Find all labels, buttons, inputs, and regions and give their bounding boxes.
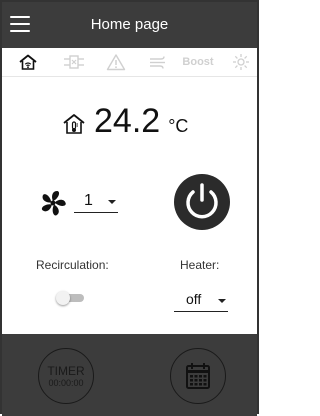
fan-icon bbox=[41, 191, 66, 216]
power-icon bbox=[186, 183, 218, 219]
temperature-value: 24.2 bbox=[94, 102, 161, 140]
home-wifi-icon bbox=[19, 54, 37, 70]
tab-ventilation[interactable] bbox=[60, 53, 88, 71]
tab-boost[interactable]: Boost bbox=[180, 53, 216, 71]
recirculation-label: Recirculation: bbox=[36, 258, 109, 272]
schedule-button[interactable] bbox=[170, 348, 226, 404]
timer-label: TIMER bbox=[47, 363, 85, 378]
warning-icon bbox=[106, 54, 126, 71]
tab-summer[interactable] bbox=[230, 53, 252, 71]
tab-home[interactable] bbox=[16, 53, 40, 71]
chevron-down-icon bbox=[218, 299, 226, 303]
fan-speed-value: 1 bbox=[84, 192, 93, 209]
ventilation-unit-icon bbox=[64, 55, 84, 69]
toggle-knob bbox=[56, 291, 70, 305]
tab-airflow[interactable] bbox=[146, 53, 170, 71]
house-thermometer-icon bbox=[63, 114, 85, 134]
bottom-bar: TIMER 00:00:00 bbox=[2, 334, 257, 416]
air-flow-icon bbox=[150, 56, 165, 69]
temperature-unit: °C bbox=[168, 116, 189, 136]
recirculation-toggle[interactable] bbox=[56, 291, 84, 305]
chevron-down-icon bbox=[108, 200, 116, 204]
app-frame: Home page Boost 24.2 °C 1 Recirculation:… bbox=[0, 0, 259, 416]
app-header: Home page bbox=[2, 2, 257, 48]
timer-button[interactable]: TIMER 00:00:00 bbox=[38, 348, 94, 404]
weekly-schedule-icon bbox=[186, 363, 210, 389]
heater-label: Heater: bbox=[180, 258, 220, 272]
fan-speed-select[interactable]: 1 bbox=[74, 190, 118, 213]
tab-boost-label: Boost bbox=[182, 56, 214, 68]
heater-select[interactable]: off bbox=[174, 289, 228, 312]
heater-value: off bbox=[186, 291, 202, 307]
mode-tab-bar: Boost bbox=[2, 48, 257, 77]
page-title: Home page bbox=[90, 16, 169, 33]
sun-icon bbox=[233, 54, 249, 70]
power-button[interactable] bbox=[174, 174, 230, 230]
temperature-reading: 24.2 °C bbox=[62, 99, 188, 139]
tab-alarm[interactable] bbox=[104, 53, 128, 71]
timer-value: 00:00:00 bbox=[48, 377, 84, 388]
